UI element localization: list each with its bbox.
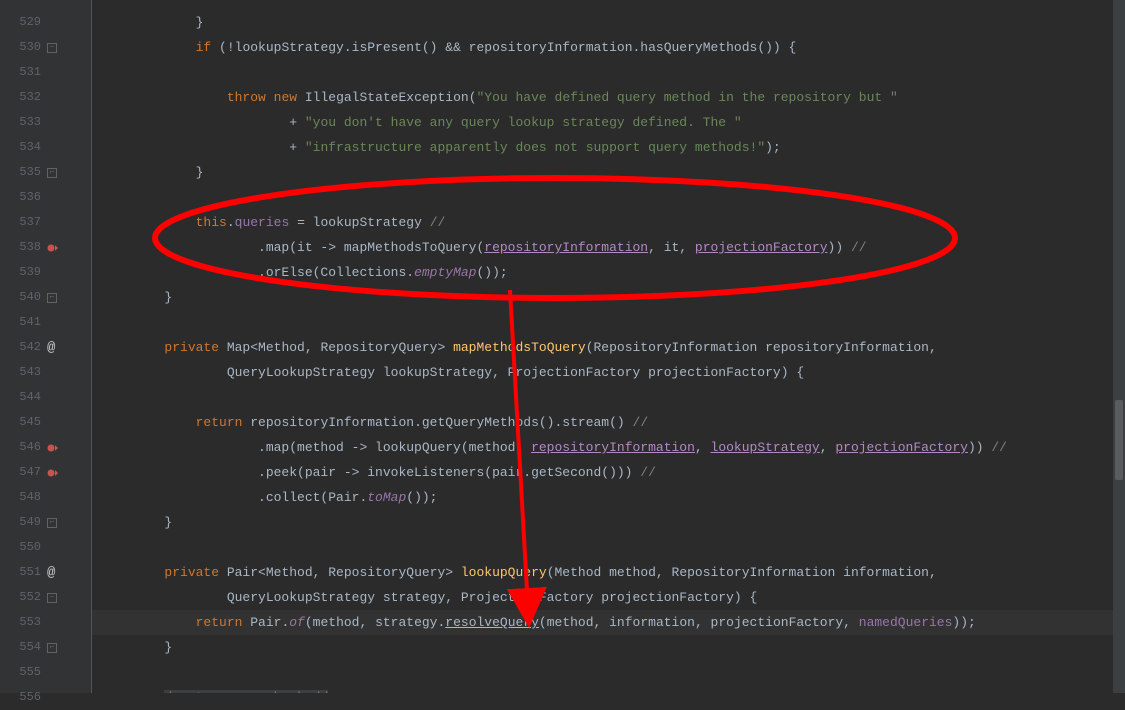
code-line[interactable] bbox=[92, 385, 1125, 410]
recursive-call-icon[interactable] bbox=[47, 442, 59, 454]
code-line[interactable] bbox=[92, 60, 1125, 85]
code-line[interactable]: private Map<Method, RepositoryQuery> map… bbox=[92, 335, 1125, 360]
code-line[interactable]: } bbox=[92, 510, 1125, 535]
code-line[interactable]: QueryLookupStrategy strategy, Projection… bbox=[92, 585, 1125, 610]
code-line[interactable]: QueryLookupStrategy lookupStrategy, Proj… bbox=[92, 360, 1125, 385]
code-line[interactable]: + "infrastructure apparently does not su… bbox=[92, 135, 1125, 160]
recursive-call-icon[interactable] bbox=[47, 467, 59, 479]
code-line[interactable]: } bbox=[92, 635, 1125, 660]
vertical-scrollbar[interactable] bbox=[1113, 0, 1125, 693]
code-line[interactable]: /rawtypes, unchecked/ bbox=[92, 685, 1125, 693]
code-line[interactable]: } bbox=[92, 285, 1125, 310]
code-line[interactable] bbox=[92, 185, 1125, 210]
fold-icon[interactable]: − bbox=[47, 43, 57, 53]
override-icon[interactable]: @ bbox=[47, 340, 55, 356]
code-content[interactable]: } if (!lookupStrategy.isPresent() && rep… bbox=[92, 0, 1125, 693]
code-editor: 529 530 531 532 533 534 535 536 537 538 … bbox=[0, 0, 1125, 693]
code-line[interactable] bbox=[92, 660, 1125, 685]
scroll-thumb[interactable] bbox=[1115, 400, 1123, 480]
fold-end-icon[interactable]: ⌐ bbox=[47, 168, 57, 178]
code-line[interactable]: + "you don't have any query lookup strat… bbox=[92, 110, 1125, 135]
override-icon[interactable]: @ bbox=[47, 565, 55, 581]
code-line[interactable]: throw new IllegalStateException("You hav… bbox=[92, 85, 1125, 110]
code-line[interactable]: .peek(pair -> invokeListeners(pair.getSe… bbox=[92, 460, 1125, 485]
code-line[interactable]: this.queries = lookupStrategy // bbox=[92, 210, 1125, 235]
fold-end-icon[interactable]: ⌐ bbox=[47, 518, 57, 528]
code-line[interactable] bbox=[92, 535, 1125, 560]
code-line[interactable]: .collect(Pair.toMap()); bbox=[92, 485, 1125, 510]
code-line[interactable]: } bbox=[92, 160, 1125, 185]
code-line[interactable]: .map(method -> lookupQuery(method, repos… bbox=[92, 435, 1125, 460]
code-line[interactable]: return repositoryInformation.getQueryMet… bbox=[92, 410, 1125, 435]
code-line[interactable]: if (!lookupStrategy.isPresent() && repos… bbox=[92, 35, 1125, 60]
fold-end-icon[interactable]: ⌐ bbox=[47, 293, 57, 303]
gutter-icons-column: − ⌐ ⌐ @ ⌐ @ − ⌐ bbox=[43, 10, 91, 710]
gutter: 529 530 531 532 533 534 535 536 537 538 … bbox=[0, 0, 92, 693]
code-line[interactable]: .map(it -> mapMethodsToQuery(repositoryI… bbox=[92, 235, 1125, 260]
recursive-call-icon[interactable] bbox=[47, 242, 59, 254]
fold-end-icon[interactable]: ⌐ bbox=[47, 643, 57, 653]
code-line[interactable] bbox=[92, 310, 1125, 335]
code-line-current[interactable]: return Pair.of(method, strategy.resolveQ… bbox=[92, 610, 1125, 635]
code-line[interactable]: } bbox=[92, 10, 1125, 35]
code-line[interactable]: private Pair<Method, RepositoryQuery> lo… bbox=[92, 560, 1125, 585]
fold-icon[interactable]: − bbox=[47, 593, 57, 603]
code-line[interactable]: .orElse(Collections.emptyMap()); bbox=[92, 260, 1125, 285]
